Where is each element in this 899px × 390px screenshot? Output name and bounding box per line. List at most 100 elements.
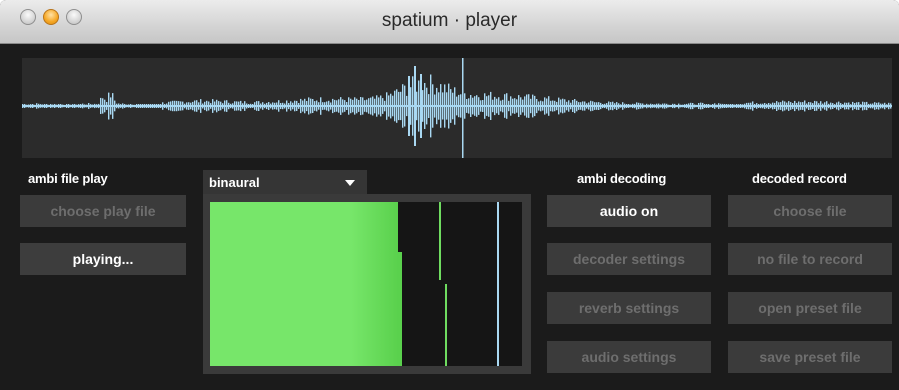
waveform-sample bbox=[496, 98, 498, 114]
waveform-sample bbox=[714, 103, 716, 109]
decoder-settings-button[interactable]: decoder settings bbox=[547, 243, 711, 275]
waveform-sample bbox=[688, 103, 690, 109]
waveform-sample bbox=[104, 99, 106, 113]
waveform-sample bbox=[36, 103, 38, 109]
waveform-sample bbox=[754, 104, 756, 108]
waveform-sample bbox=[58, 104, 60, 108]
waveform-sample bbox=[356, 98, 358, 114]
waveform-sample bbox=[172, 100, 174, 112]
waveform-sample bbox=[874, 102, 876, 110]
waveform-sample bbox=[576, 100, 578, 112]
waveform-sample bbox=[840, 103, 842, 109]
waveform-sample bbox=[118, 103, 120, 109]
waveform-sample bbox=[242, 103, 244, 109]
waveform-sample bbox=[460, 94, 462, 118]
waveform-sample bbox=[452, 92, 454, 120]
waveform-sample bbox=[222, 103, 224, 109]
waveform-sample bbox=[432, 84, 434, 128]
waveform-sample bbox=[866, 101, 868, 111]
save-preset-file-button[interactable]: save preset file bbox=[728, 341, 892, 373]
audio-settings-button[interactable]: audio settings bbox=[547, 341, 711, 373]
waveform-spike bbox=[420, 74, 422, 138]
open-preset-file-button[interactable]: open preset file bbox=[728, 292, 892, 324]
waveform-sample bbox=[288, 103, 290, 110]
waveform-sample bbox=[676, 104, 678, 108]
waveform-sample bbox=[22, 104, 24, 108]
waveform-sample bbox=[538, 101, 540, 111]
waveform-sample bbox=[828, 103, 830, 109]
title-bar[interactable]: spatium · player bbox=[0, 0, 899, 44]
no-file-to-record-button[interactable]: no file to record bbox=[728, 243, 892, 275]
waveform-sample bbox=[362, 97, 364, 115]
waveform-sample bbox=[618, 103, 620, 109]
waveform-sample bbox=[514, 98, 516, 114]
waveform-sample bbox=[284, 103, 286, 109]
waveform-sample bbox=[724, 104, 726, 108]
waveform-sample bbox=[310, 98, 312, 114]
waveform-sample bbox=[822, 103, 824, 109]
waveform-sample bbox=[320, 97, 322, 115]
waveform-sample bbox=[50, 104, 52, 108]
waveform-sample bbox=[816, 101, 818, 111]
waveform-sample bbox=[390, 93, 392, 119]
waveform-sample bbox=[706, 104, 708, 108]
waveform-sample bbox=[374, 98, 376, 114]
waveform-sample bbox=[190, 102, 192, 110]
waveform-sample bbox=[718, 103, 720, 109]
waveform-sample bbox=[72, 104, 74, 108]
waveform-sample bbox=[592, 101, 594, 111]
waveform-sample bbox=[248, 104, 250, 108]
waveform-sample bbox=[238, 101, 240, 111]
waveform-sample bbox=[290, 101, 292, 111]
waveform-sample bbox=[372, 96, 374, 116]
waveform-sample bbox=[486, 96, 488, 116]
waveform-sample bbox=[858, 102, 860, 110]
waveform-sample bbox=[128, 104, 130, 108]
waveform-sample bbox=[436, 87, 438, 125]
waveform-sample bbox=[338, 99, 340, 113]
waveform-sample bbox=[746, 102, 748, 110]
waveform-sample bbox=[716, 104, 718, 108]
waveform-sample bbox=[120, 104, 122, 108]
waveform-sample bbox=[38, 103, 40, 109]
waveform-sample bbox=[84, 104, 86, 108]
waveform-sample bbox=[648, 104, 650, 108]
waveform-sample bbox=[438, 92, 440, 120]
waveform-sample bbox=[342, 99, 344, 113]
waveform-sample bbox=[186, 102, 188, 110]
waveform-sample bbox=[710, 104, 712, 108]
waveform-sample bbox=[776, 101, 778, 111]
playing-button[interactable]: playing... bbox=[20, 243, 186, 275]
waveform-sample bbox=[154, 104, 156, 108]
waveform-sample bbox=[340, 97, 342, 115]
waveform-sample bbox=[722, 103, 724, 109]
waveform-sample bbox=[526, 94, 528, 118]
waveform-sample bbox=[760, 103, 762, 109]
waveform-sample bbox=[398, 91, 400, 121]
audio-on-button[interactable]: audio on bbox=[547, 195, 711, 227]
waveform-sample bbox=[856, 102, 858, 110]
waveform-sample bbox=[846, 102, 848, 110]
ambi-file-play-label: ambi file play bbox=[28, 171, 108, 186]
waveform-sample bbox=[594, 102, 596, 110]
waveform-sample bbox=[636, 102, 638, 110]
waveform-sample bbox=[748, 102, 750, 110]
reverb-settings-button[interactable]: reverb settings bbox=[547, 292, 711, 324]
waveform-sample bbox=[704, 104, 706, 108]
waveform-sample bbox=[510, 96, 512, 116]
waveform-sample bbox=[472, 97, 474, 115]
waveform-display[interactable] bbox=[22, 58, 892, 158]
waveform-sample bbox=[100, 97, 102, 114]
waveform-sample bbox=[416, 91, 418, 121]
waveform-sample bbox=[646, 103, 648, 109]
waveform-sample bbox=[108, 92, 110, 120]
waveform-sample bbox=[424, 83, 426, 129]
waveform-sample bbox=[298, 103, 300, 109]
choose-play-file-button[interactable]: choose play file bbox=[20, 195, 186, 227]
decoder-mode-select[interactable]: binaural bbox=[203, 170, 367, 194]
choose-file-button[interactable]: choose file bbox=[728, 195, 892, 227]
waveform-sample bbox=[122, 103, 124, 109]
waveform-sample bbox=[756, 103, 758, 109]
waveform-sample bbox=[444, 84, 446, 128]
waveform-sample bbox=[218, 101, 220, 111]
